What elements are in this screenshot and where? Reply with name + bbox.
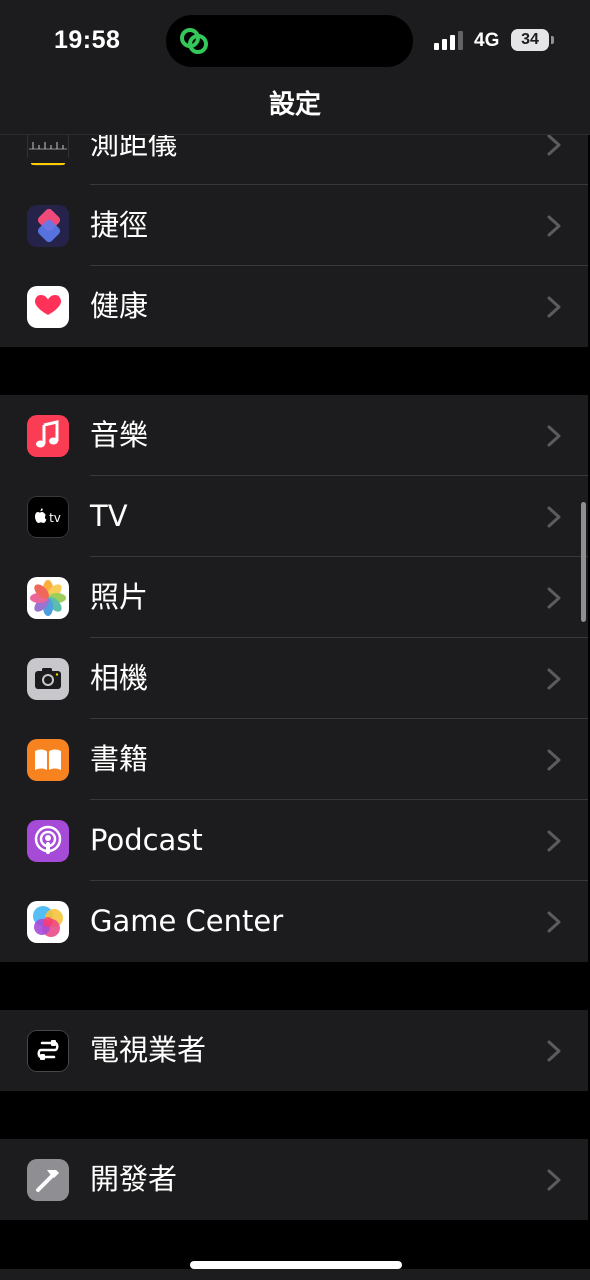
chevron-right-icon bbox=[547, 587, 561, 609]
settings-row-label: 照片 bbox=[90, 580, 149, 614]
settings-row-game-center[interactable]: Game Center bbox=[0, 881, 588, 962]
settings-row-camera[interactable]: 相機 bbox=[0, 638, 588, 719]
chevron-right-icon bbox=[547, 668, 561, 690]
link-rings-icon bbox=[180, 28, 208, 54]
chevron-right-icon bbox=[547, 215, 561, 237]
settings-row-podcast[interactable]: Podcast bbox=[0, 800, 588, 881]
chevron-right-icon bbox=[547, 296, 561, 318]
chevron-right-icon bbox=[547, 134, 561, 156]
settings-row-label: 開發者 bbox=[90, 1162, 178, 1196]
home-indicator[interactable] bbox=[190, 1261, 402, 1269]
settings-row-shortcuts[interactable]: 捷徑 bbox=[0, 185, 588, 266]
health-icon bbox=[27, 286, 69, 328]
chevron-right-icon bbox=[547, 425, 561, 447]
network-type: 4G bbox=[474, 30, 500, 51]
music-icon bbox=[27, 415, 69, 457]
tv-icon: tv bbox=[27, 496, 69, 538]
tv-icon-text: tv bbox=[49, 511, 61, 525]
scroll-indicator[interactable] bbox=[581, 502, 586, 622]
battery-nub bbox=[551, 36, 554, 44]
dynamic-island[interactable] bbox=[166, 15, 413, 67]
settings-row-developer[interactable]: 開發者 bbox=[0, 1139, 588, 1220]
game-center-icon bbox=[27, 901, 69, 943]
battery-level: 34 bbox=[511, 29, 549, 51]
settings-row-label: 健康 bbox=[90, 289, 149, 323]
shortcuts-icon bbox=[27, 205, 69, 247]
settings-row-books[interactable]: 書籍 bbox=[0, 719, 588, 800]
settings-group-2: 音樂 tv TV 照片 相機 書籍 Podcast Game Center bbox=[0, 395, 588, 962]
settings-group-3: 電視業者 bbox=[0, 1010, 588, 1091]
chevron-right-icon bbox=[547, 830, 561, 852]
status-nav-bar: 19:58 4G 34 設定 bbox=[0, 0, 590, 135]
settings-row-label: Podcast bbox=[90, 823, 203, 857]
settings-row-tv-provider[interactable]: 電視業者 bbox=[0, 1010, 588, 1091]
settings-group-4: 開發者 bbox=[0, 1139, 588, 1220]
settings-group-1: 測距儀 捷徑 健康 bbox=[0, 104, 588, 347]
settings-row-health[interactable]: 健康 bbox=[0, 266, 588, 347]
settings-row-label: 捷徑 bbox=[90, 208, 149, 242]
settings-row-label: 音樂 bbox=[90, 418, 149, 452]
settings-row-label: 電視業者 bbox=[90, 1033, 207, 1067]
chevron-right-icon bbox=[547, 506, 561, 528]
status-time: 19:58 bbox=[54, 26, 121, 54]
chevron-right-icon bbox=[547, 749, 561, 771]
settings-row-label: TV bbox=[90, 499, 128, 533]
settings-row-music[interactable]: 音樂 bbox=[0, 395, 588, 476]
settings-row-tv[interactable]: tv TV bbox=[0, 476, 588, 557]
settings-row-label: 相機 bbox=[90, 661, 149, 695]
podcast-icon bbox=[27, 820, 69, 862]
chevron-right-icon bbox=[547, 911, 561, 933]
cellular-signal-icon bbox=[434, 31, 463, 50]
chevron-right-icon bbox=[547, 1169, 561, 1191]
photos-icon bbox=[27, 577, 69, 619]
tv-provider-icon bbox=[27, 1030, 69, 1072]
page-title: 設定 bbox=[268, 90, 321, 120]
settings-row-label: Game Center bbox=[90, 904, 284, 938]
chevron-right-icon bbox=[547, 1040, 561, 1062]
camera-icon bbox=[27, 658, 69, 700]
developer-icon bbox=[27, 1159, 69, 1201]
bottom-strip bbox=[0, 1269, 590, 1280]
books-icon bbox=[27, 739, 69, 781]
settings-row-photos[interactable]: 照片 bbox=[0, 557, 588, 638]
settings-row-label: 書籍 bbox=[90, 742, 149, 776]
